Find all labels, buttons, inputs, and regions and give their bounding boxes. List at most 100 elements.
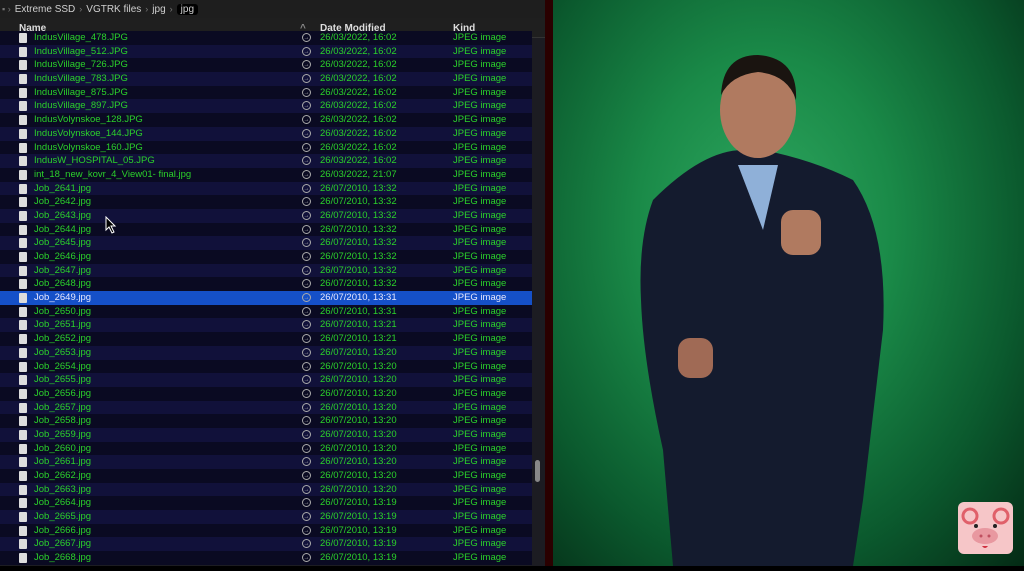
alias-arrow-icon[interactable]: → bbox=[302, 443, 311, 453]
alias-arrow-icon[interactable]: → bbox=[302, 347, 311, 357]
alias-arrow-icon[interactable]: → bbox=[302, 388, 311, 398]
breadcrumb-item[interactable]: Extreme SSD bbox=[15, 4, 76, 15]
file-icon bbox=[19, 252, 27, 262]
alias-arrow-icon[interactable]: → bbox=[302, 87, 311, 97]
alias-arrow-icon[interactable]: → bbox=[302, 375, 311, 385]
file-row[interactable]: IndusVillage_783.JPG → 26/03/2022, 16:02… bbox=[0, 72, 532, 86]
file-row[interactable]: Job_2642.jpg → 26/07/2010, 13:32 JPEG im… bbox=[0, 195, 532, 209]
file-row[interactable]: IndusVillage_897.JPG → 26/03/2022, 16:02… bbox=[0, 99, 532, 114]
alias-arrow-icon[interactable]: → bbox=[302, 156, 311, 166]
breadcrumb-item-current[interactable]: jpg bbox=[176, 3, 199, 15]
file-row[interactable]: Job_2645.jpg → 26/07/2010, 13:32 JPEG im… bbox=[0, 236, 532, 250]
file-row[interactable]: Job_2656.jpg → 26/07/2010, 13:20 JPEG im… bbox=[0, 386, 532, 401]
alias-arrow-icon[interactable]: → bbox=[302, 33, 311, 42]
file-date: 26/03/2022, 16:02 bbox=[320, 45, 397, 57]
file-row[interactable]: Job_2655.jpg → 26/07/2010, 13:20 JPEG im… bbox=[0, 373, 532, 387]
alias-arrow-icon[interactable]: → bbox=[302, 101, 311, 111]
file-row[interactable]: IndusW_HOSPITAL_05.JPG → 26/03/2022, 16:… bbox=[0, 154, 532, 168]
file-row[interactable]: Job_2646.jpg → 26/07/2010, 13:32 JPEG im… bbox=[0, 250, 532, 264]
alias-arrow-icon[interactable]: → bbox=[302, 402, 311, 412]
file-list: IndusVillage_478.JPG → 26/03/2022, 16:02… bbox=[0, 31, 532, 565]
file-row[interactable]: Job_2658.jpg → 26/07/2010, 13:20 JPEG im… bbox=[0, 414, 532, 428]
file-row[interactable]: Job_2662.jpg → 26/07/2010, 13:20 JPEG im… bbox=[0, 469, 532, 483]
file-row[interactable]: Job_2664.jpg → 26/07/2010, 13:19 JPEG im… bbox=[0, 496, 532, 511]
file-row[interactable]: IndusVolynskoe_160.JPG → 26/03/2022, 16:… bbox=[0, 140, 532, 155]
alias-arrow-icon[interactable]: → bbox=[302, 197, 311, 207]
alias-arrow-icon[interactable]: → bbox=[302, 142, 311, 152]
file-row[interactable]: IndusVillage_478.JPG → 26/03/2022, 16:02… bbox=[0, 31, 532, 45]
alias-arrow-icon[interactable]: → bbox=[302, 74, 311, 84]
scrollbar[interactable] bbox=[535, 460, 540, 482]
file-row[interactable]: Job_2641.jpg → 26/07/2010, 13:32 JPEG im… bbox=[0, 181, 532, 196]
file-row[interactable]: Job_2666.jpg → 26/07/2010, 13:19 JPEG im… bbox=[0, 523, 532, 538]
file-row[interactable]: Job_2665.jpg → 26/07/2010, 13:19 JPEG im… bbox=[0, 510, 532, 524]
alias-arrow-icon[interactable]: → bbox=[302, 361, 311, 371]
file-row[interactable]: Job_2653.jpg → 26/07/2010, 13:20 JPEG im… bbox=[0, 345, 532, 360]
file-name: Job_2651.jpg bbox=[34, 319, 92, 331]
alias-arrow-icon[interactable]: → bbox=[302, 60, 311, 70]
alias-arrow-icon[interactable]: → bbox=[302, 334, 311, 344]
file-kind: JPEG image bbox=[453, 114, 507, 126]
file-row[interactable]: Job_2657.jpg → 26/07/2010, 13:20 JPEG im… bbox=[0, 400, 532, 415]
file-row[interactable]: IndusVolynskoe_128.JPG → 26/03/2022, 16:… bbox=[0, 113, 532, 127]
file-row[interactable]: IndusVolynskoe_144.JPG → 26/03/2022, 16:… bbox=[0, 126, 532, 141]
file-row[interactable]: Job_2644.jpg → 26/07/2010, 13:32 JPEG im… bbox=[0, 222, 532, 237]
file-kind: JPEG image bbox=[453, 209, 507, 221]
alias-arrow-icon[interactable]: → bbox=[302, 238, 311, 248]
alias-arrow-icon[interactable]: → bbox=[302, 429, 311, 439]
file-date: 26/07/2010, 13:32 bbox=[320, 196, 397, 208]
alias-arrow-icon[interactable]: → bbox=[302, 210, 311, 220]
file-icon bbox=[19, 375, 27, 386]
file-row[interactable]: Job_2659.jpg → 26/07/2010, 13:20 JPEG im… bbox=[0, 427, 532, 442]
file-icon bbox=[19, 197, 27, 208]
file-row[interactable]: Job_2663.jpg → 26/07/2010, 13:20 JPEG im… bbox=[0, 482, 532, 497]
alias-arrow-icon[interactable]: → bbox=[302, 115, 311, 125]
file-row[interactable]: Job_2652.jpg → 26/07/2010, 13:21 JPEG im… bbox=[0, 332, 532, 346]
file-icon bbox=[19, 429, 27, 440]
alias-arrow-icon[interactable]: → bbox=[302, 279, 311, 289]
alias-arrow-icon[interactable]: → bbox=[302, 525, 311, 535]
chevron-right-icon: › bbox=[79, 4, 83, 14]
alias-arrow-icon[interactable]: → bbox=[302, 169, 311, 179]
file-kind: JPEG image bbox=[453, 264, 507, 276]
file-row[interactable]: Job_2651.jpg → 26/07/2010, 13:21 JPEG im… bbox=[0, 318, 532, 333]
alias-arrow-icon[interactable]: → bbox=[302, 539, 311, 549]
alias-arrow-icon[interactable]: → bbox=[302, 484, 311, 494]
file-row[interactable]: IndusVillage_512.JPG → 26/03/2022, 16:02… bbox=[0, 44, 532, 59]
alias-arrow-icon[interactable]: → bbox=[302, 46, 311, 56]
alias-arrow-icon[interactable]: → bbox=[302, 265, 311, 275]
file-row[interactable]: Job_2650.jpg → 26/07/2010, 13:31 JPEG im… bbox=[0, 304, 532, 319]
file-row[interactable]: Job_2668.jpg → 26/07/2010, 13:19 JPEG im… bbox=[0, 551, 532, 565]
alias-arrow-icon[interactable]: → bbox=[302, 306, 311, 316]
file-row[interactable]: Job_2647.jpg → 26/07/2010, 13:32 JPEG im… bbox=[0, 263, 532, 278]
breadcrumb-item[interactable]: jpg bbox=[152, 4, 165, 15]
alias-arrow-icon[interactable]: → bbox=[302, 252, 311, 261]
file-row[interactable]: IndusVillage_726.JPG → 26/03/2022, 16:02… bbox=[0, 58, 532, 73]
file-kind: JPEG image bbox=[453, 360, 507, 372]
file-row[interactable]: int_18_new_kovr_4_View01- final.jpg → 26… bbox=[0, 167, 532, 182]
file-kind: JPEG image bbox=[453, 100, 507, 112]
alias-arrow-icon[interactable]: → bbox=[302, 471, 311, 480]
file-row[interactable]: Job_2654.jpg → 26/07/2010, 13:20 JPEG im… bbox=[0, 359, 532, 374]
alias-arrow-icon[interactable]: → bbox=[302, 224, 311, 234]
alias-arrow-icon[interactable]: → bbox=[302, 457, 311, 467]
file-row[interactable]: Job_2667.jpg → 26/07/2010, 13:19 JPEG im… bbox=[0, 537, 532, 552]
file-row[interactable]: Job_2643.jpg → 26/07/2010, 13:32 JPEG im… bbox=[0, 208, 532, 223]
file-row[interactable]: Job_2648.jpg → 26/07/2010, 13:32 JPEG im… bbox=[0, 277, 532, 292]
file-row[interactable]: Job_2661.jpg → 26/07/2010, 13:20 JPEG im… bbox=[0, 455, 532, 469]
alias-arrow-icon[interactable]: → bbox=[302, 416, 311, 426]
alias-arrow-icon[interactable]: → bbox=[302, 320, 311, 330]
alias-arrow-icon[interactable]: → bbox=[302, 293, 311, 303]
file-row[interactable]: IndusVillage_875.JPG → 26/03/2022, 16:02… bbox=[0, 85, 532, 100]
alias-arrow-icon[interactable]: → bbox=[302, 183, 311, 193]
file-row[interactable]: Job_2649.jpg → 26/07/2010, 13:31 JPEG im… bbox=[0, 291, 532, 305]
breadcrumb-item[interactable]: VGTRK files bbox=[86, 4, 141, 15]
alias-arrow-icon[interactable]: → bbox=[302, 553, 311, 563]
file-date: 26/03/2022, 16:02 bbox=[320, 86, 397, 98]
file-icon bbox=[19, 471, 27, 481]
file-kind: JPEG image bbox=[453, 415, 507, 427]
alias-arrow-icon[interactable]: → bbox=[302, 512, 311, 522]
file-row[interactable]: Job_2660.jpg → 26/07/2010, 13:20 JPEG im… bbox=[0, 441, 532, 456]
alias-arrow-icon[interactable]: → bbox=[302, 498, 311, 508]
alias-arrow-icon[interactable]: → bbox=[302, 128, 311, 138]
